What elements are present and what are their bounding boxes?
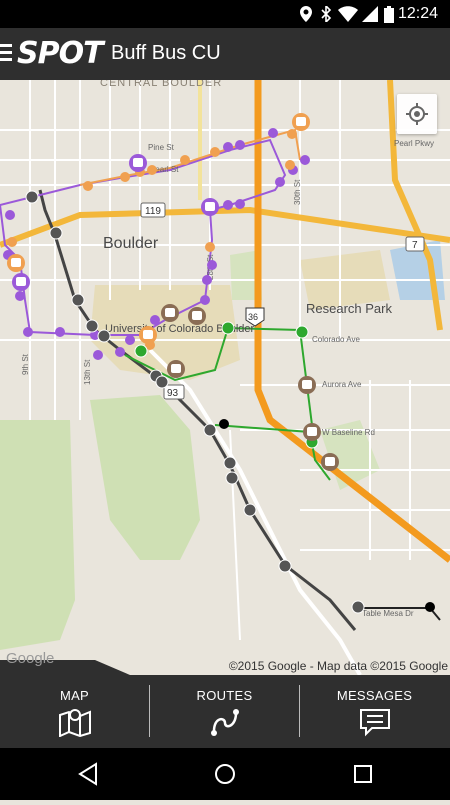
shield-93: 93	[163, 384, 185, 400]
home-icon	[215, 764, 235, 784]
map-attribution[interactable]: ©2015 Google - Map data ©2015 Google	[229, 659, 448, 673]
nav-messages[interactable]: MESSAGES	[300, 675, 449, 748]
bus-marker[interactable]	[129, 154, 147, 172]
map-label-central-boulder: CENTRAL BOULDER	[100, 80, 222, 89]
app-logo: SPOT	[17, 36, 104, 71]
map-label-30th-st: 30th St	[293, 179, 302, 205]
location-icon	[300, 6, 312, 22]
map-canvas[interactable]: CENTRAL BOULDER Boulder Research Park Un…	[0, 80, 450, 675]
signal-icon	[362, 6, 378, 22]
bus-marker[interactable]	[292, 113, 310, 131]
nav-map-label: MAP	[59, 688, 90, 703]
bus-stop-marker[interactable]	[303, 423, 321, 441]
system-nav-bar	[0, 748, 450, 800]
bus-stop-marker[interactable]	[298, 376, 316, 394]
bus-stop-marker[interactable]	[321, 453, 339, 471]
map-label-aurora-ave: Aurora Ave	[322, 380, 362, 389]
bus-marker[interactable]	[201, 198, 219, 216]
svg-text:36: 36	[248, 312, 258, 322]
bus-marker[interactable]	[139, 326, 157, 344]
app-title: Buff Bus CU	[111, 42, 221, 64]
recents-icon	[354, 765, 372, 783]
svg-text:7: 7	[412, 240, 418, 251]
message-icon	[359, 709, 390, 737]
park-area	[0, 420, 75, 650]
map-label-pearl-pkwy: Pearl Pkwy	[394, 139, 434, 148]
my-location-button[interactable]	[397, 94, 437, 134]
map-label-baseline-rd: W Baseline Rd	[322, 428, 375, 437]
nav-messages-label: MESSAGES	[336, 688, 413, 703]
status-bar: 12:24	[0, 0, 450, 28]
map-label-9th-st: 9th St	[21, 353, 30, 375]
nav-routes[interactable]: ROUTES	[150, 675, 299, 748]
map-label-pine-st: Pine St	[148, 143, 175, 152]
bottom-nav: MAP ROUTES MESSAGES	[0, 675, 450, 748]
home-button[interactable]	[195, 748, 255, 800]
status-time: 12:24	[397, 5, 438, 22]
shield-119: 119	[140, 202, 166, 218]
back-button[interactable]	[58, 748, 118, 800]
wifi-icon	[338, 6, 358, 22]
bus-stop-marker[interactable]	[188, 307, 206, 325]
nav-routes-label: ROUTES	[196, 688, 253, 703]
map-label-research-park: Research Park	[306, 301, 392, 316]
bus-stop-marker[interactable]	[167, 360, 185, 378]
recents-button[interactable]	[333, 748, 393, 800]
bluetooth-icon	[321, 6, 332, 22]
map-label-table-mesa: Table Mesa Dr	[362, 609, 414, 618]
map-icon	[58, 709, 91, 738]
shield-7: 7	[405, 236, 425, 252]
map-label-colorado-ave: Colorado Ave	[312, 335, 360, 344]
map-view[interactable]: CENTRAL BOULDER Boulder Research Park Un…	[0, 80, 450, 675]
routes-icon	[210, 709, 239, 736]
menu-icon[interactable]	[0, 44, 12, 64]
svg-text:93: 93	[167, 388, 179, 399]
bus-stop-marker[interactable]	[161, 304, 179, 322]
battery-icon	[384, 6, 394, 23]
svg-text:119: 119	[145, 206, 161, 217]
bus-marker[interactable]	[12, 273, 30, 291]
google-logo: Google	[6, 650, 55, 667]
bus-marker[interactable]	[7, 254, 25, 272]
app-bar: SPOT Buff Bus CU	[0, 28, 450, 80]
crosshair-icon	[406, 103, 428, 125]
nav-map[interactable]: MAP	[0, 675, 149, 748]
map-label-13th-st: 13th St	[83, 359, 92, 385]
back-icon	[78, 762, 97, 786]
map-label-boulder: Boulder	[103, 235, 159, 252]
